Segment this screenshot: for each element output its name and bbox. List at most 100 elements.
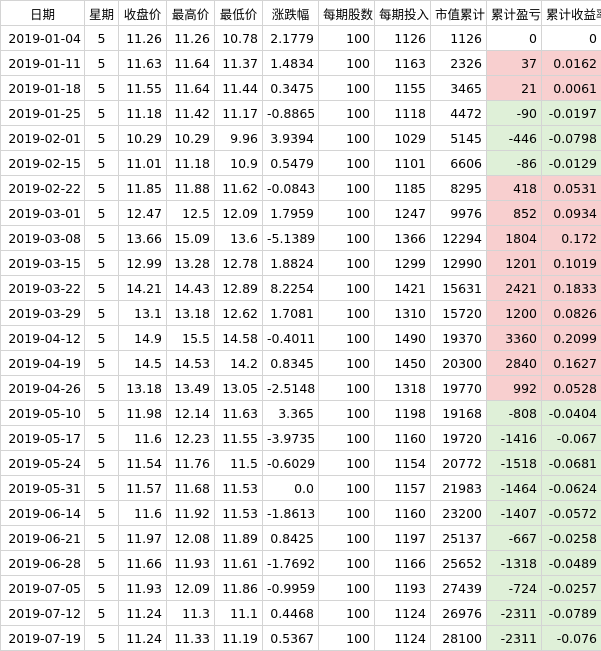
cell-change[interactable]: 0.8345 (263, 351, 319, 376)
cell-market-value[interactable]: 28100 (431, 626, 487, 651)
cell-weekday[interactable]: 5 (85, 476, 119, 501)
cell-weekday[interactable]: 5 (85, 76, 119, 101)
cell-cum-profit[interactable]: 3360 (487, 326, 542, 351)
cell-low[interactable]: 12.09 (215, 201, 263, 226)
cell-date[interactable]: 2019-03-15 (1, 251, 85, 276)
cell-investment[interactable]: 1450 (375, 351, 431, 376)
cell-market-value[interactable]: 27439 (431, 576, 487, 601)
cell-cum-profit[interactable]: 1201 (487, 251, 542, 276)
cell-high[interactable]: 11.18 (167, 151, 215, 176)
cell-high[interactable]: 15.09 (167, 226, 215, 251)
cell-shares[interactable]: 100 (319, 401, 375, 426)
cell-weekday[interactable]: 5 (85, 426, 119, 451)
cell-weekday[interactable]: 5 (85, 601, 119, 626)
cell-change[interactable]: 1.4834 (263, 51, 319, 76)
cell-market-value[interactable]: 25137 (431, 526, 487, 551)
cell-date[interactable]: 2019-05-17 (1, 426, 85, 451)
cell-weekday[interactable]: 5 (85, 626, 119, 651)
cell-low[interactable]: 11.5 (215, 451, 263, 476)
cell-low[interactable]: 12.78 (215, 251, 263, 276)
cell-cum-profit[interactable]: -2311 (487, 626, 542, 651)
cell-low[interactable]: 10.78 (215, 26, 263, 51)
cell-market-value[interactable]: 12294 (431, 226, 487, 251)
cell-change[interactable]: 1.7081 (263, 301, 319, 326)
header-high[interactable]: 最高价 (167, 1, 215, 26)
cell-close[interactable]: 11.93 (119, 576, 167, 601)
cell-date[interactable]: 2019-03-01 (1, 201, 85, 226)
cell-low[interactable]: 11.37 (215, 51, 263, 76)
cell-date[interactable]: 2019-01-18 (1, 76, 85, 101)
cell-date[interactable]: 2019-04-12 (1, 326, 85, 351)
cell-close[interactable]: 11.24 (119, 626, 167, 651)
cell-low[interactable]: 13.05 (215, 376, 263, 401)
cell-date[interactable]: 2019-02-22 (1, 176, 85, 201)
cell-market-value[interactable]: 6606 (431, 151, 487, 176)
cell-cum-return[interactable]: -0.0257 (542, 576, 601, 601)
header-change[interactable]: 涨跌幅 (263, 1, 319, 26)
cell-cum-return[interactable]: -0.0129 (542, 151, 601, 176)
cell-cum-return[interactable]: 0.0934 (542, 201, 601, 226)
cell-investment[interactable]: 1366 (375, 226, 431, 251)
cell-weekday[interactable]: 5 (85, 501, 119, 526)
cell-close[interactable]: 11.6 (119, 426, 167, 451)
cell-investment[interactable]: 1160 (375, 501, 431, 526)
cell-cum-profit[interactable]: 37 (487, 51, 542, 76)
header-date[interactable]: 日期 (1, 1, 85, 26)
cell-cum-return[interactable]: -0.0489 (542, 551, 601, 576)
cell-cum-return[interactable]: 0.1019 (542, 251, 601, 276)
cell-cum-return[interactable]: -0.0789 (542, 601, 601, 626)
cell-date[interactable]: 2019-06-21 (1, 526, 85, 551)
cell-shares[interactable]: 100 (319, 451, 375, 476)
cell-investment[interactable]: 1124 (375, 601, 431, 626)
cell-cum-profit[interactable]: -1518 (487, 451, 542, 476)
cell-low[interactable]: 11.55 (215, 426, 263, 451)
cell-high[interactable]: 15.5 (167, 326, 215, 351)
cell-shares[interactable]: 100 (319, 51, 375, 76)
cell-change[interactable]: -3.9735 (263, 426, 319, 451)
cell-weekday[interactable]: 5 (85, 176, 119, 201)
cell-change[interactable]: 3.365 (263, 401, 319, 426)
cell-market-value[interactable]: 5145 (431, 126, 487, 151)
cell-cum-profit[interactable]: -808 (487, 401, 542, 426)
cell-weekday[interactable]: 5 (85, 26, 119, 51)
cell-change[interactable]: 0.8425 (263, 526, 319, 551)
cell-investment[interactable]: 1198 (375, 401, 431, 426)
cell-investment[interactable]: 1154 (375, 451, 431, 476)
cell-high[interactable]: 14.43 (167, 276, 215, 301)
cell-investment[interactable]: 1490 (375, 326, 431, 351)
cell-investment[interactable]: 1421 (375, 276, 431, 301)
cell-low[interactable]: 13.6 (215, 226, 263, 251)
cell-shares[interactable]: 100 (319, 476, 375, 501)
cell-high[interactable]: 11.3 (167, 601, 215, 626)
cell-low[interactable]: 11.19 (215, 626, 263, 651)
cell-shares[interactable]: 100 (319, 126, 375, 151)
cell-investment[interactable]: 1197 (375, 526, 431, 551)
cell-shares[interactable]: 100 (319, 551, 375, 576)
cell-cum-profit[interactable]: 852 (487, 201, 542, 226)
cell-low[interactable]: 11.63 (215, 401, 263, 426)
cell-cum-profit[interactable]: -724 (487, 576, 542, 601)
cell-date[interactable]: 2019-03-22 (1, 276, 85, 301)
cell-change[interactable]: -0.4011 (263, 326, 319, 351)
cell-high[interactable]: 12.14 (167, 401, 215, 426)
cell-date[interactable]: 2019-01-04 (1, 26, 85, 51)
cell-change[interactable]: 2.1779 (263, 26, 319, 51)
cell-investment[interactable]: 1126 (375, 26, 431, 51)
cell-date[interactable]: 2019-07-19 (1, 626, 85, 651)
cell-market-value[interactable]: 12990 (431, 251, 487, 276)
cell-change[interactable]: 1.7959 (263, 201, 319, 226)
cell-investment[interactable]: 1299 (375, 251, 431, 276)
cell-shares[interactable]: 100 (319, 326, 375, 351)
cell-cum-profit[interactable]: 21 (487, 76, 542, 101)
cell-investment[interactable]: 1166 (375, 551, 431, 576)
cell-high[interactable]: 11.68 (167, 476, 215, 501)
cell-close[interactable]: 13.18 (119, 376, 167, 401)
cell-market-value[interactable]: 2326 (431, 51, 487, 76)
cell-close[interactable]: 13.1 (119, 301, 167, 326)
cell-date[interactable]: 2019-04-26 (1, 376, 85, 401)
cell-close[interactable]: 11.54 (119, 451, 167, 476)
cell-market-value[interactable]: 1126 (431, 26, 487, 51)
cell-low[interactable]: 12.62 (215, 301, 263, 326)
cell-high[interactable]: 13.18 (167, 301, 215, 326)
cell-close[interactable]: 11.24 (119, 601, 167, 626)
